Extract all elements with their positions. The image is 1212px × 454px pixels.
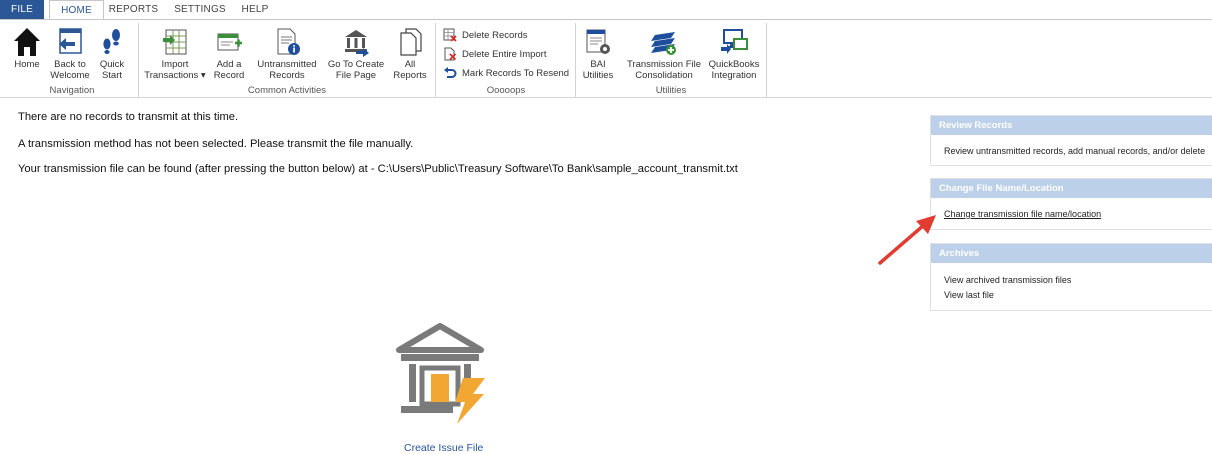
review-records-panel: Review Records Review untransmitted reco… bbox=[930, 115, 1212, 166]
import-spreadsheet-icon bbox=[161, 23, 189, 57]
delete-records-icon bbox=[443, 28, 457, 42]
delete-import-icon bbox=[443, 47, 457, 61]
back-label-1: Back to bbox=[54, 59, 86, 70]
consol-label-1: Transmission File bbox=[626, 59, 702, 70]
reports-document-icon bbox=[397, 23, 423, 57]
qb-label-2: Integration bbox=[711, 70, 757, 81]
go-to-create-file-page-button[interactable]: Go To Create File Page bbox=[324, 23, 388, 81]
stack-add-icon bbox=[649, 23, 679, 57]
bank-lightning-icon bbox=[396, 323, 485, 424]
undo-arrow-icon bbox=[443, 66, 457, 80]
menu-tabs: FILE HOME REPORTS SETTINGS HELP bbox=[0, 0, 1212, 20]
view-last-file-link[interactable]: View last file bbox=[931, 290, 1212, 301]
import-label-1: Import bbox=[161, 59, 189, 70]
change-file-panel: Change File Name/Location Change transmi… bbox=[930, 178, 1212, 230]
bai-label-1: BAI bbox=[590, 59, 606, 70]
annotation-arrow-icon bbox=[878, 215, 936, 265]
back-arrow-icon bbox=[56, 23, 84, 57]
transmission-method-message: A transmission method has not been selec… bbox=[18, 138, 414, 150]
archives-panel: Archives View archived transmission file… bbox=[930, 243, 1212, 311]
footprints-icon bbox=[99, 23, 125, 57]
untrans-label-2: Records bbox=[269, 70, 305, 81]
review-records-header: Review Records bbox=[931, 116, 1212, 135]
change-file-header: Change File Name/Location bbox=[931, 179, 1212, 198]
document-info-icon bbox=[273, 23, 301, 57]
goto-label-2: File Page bbox=[335, 70, 377, 81]
import-transactions-button[interactable]: Import Transactions ▾ bbox=[144, 23, 206, 81]
review-records-text: Review untransmitted records, add manual… bbox=[944, 146, 1206, 156]
tab-home[interactable]: HOME bbox=[49, 0, 104, 20]
mark-records-to-resend-button[interactable]: Mark Records To Resend bbox=[443, 65, 569, 81]
goto-label-1: Go To Create bbox=[327, 59, 385, 70]
home-button[interactable]: Home bbox=[9, 23, 45, 70]
home-icon bbox=[13, 23, 41, 57]
quick-label-2: Start bbox=[101, 70, 123, 81]
delete-records-label: Delete Records bbox=[462, 29, 528, 41]
all-label-1: All bbox=[404, 59, 416, 70]
group-utilities-label: Utilities bbox=[655, 85, 687, 96]
all-label-2: Reports bbox=[393, 70, 427, 81]
add-record-button[interactable]: Add a Record bbox=[211, 23, 247, 81]
file-location-message: Your transmission file can be found (aft… bbox=[18, 163, 738, 175]
view-archived-files-link[interactable]: View archived transmission files bbox=[931, 275, 1212, 286]
untrans-label-1: Untransmitted bbox=[257, 59, 317, 70]
monitor-sync-icon bbox=[719, 23, 749, 57]
back-label-2: Welcome bbox=[50, 70, 90, 81]
tab-reports[interactable]: REPORTS bbox=[106, 0, 161, 20]
ribbon-separator bbox=[766, 23, 767, 97]
bai-label-2: Utilities bbox=[582, 70, 614, 81]
ribbon-separator bbox=[138, 23, 139, 97]
home-label: Home bbox=[14, 59, 40, 70]
group-ooooops-label: Ooooops bbox=[486, 85, 526, 96]
quickbooks-integration-button[interactable]: QuickBooks Integration bbox=[706, 23, 762, 81]
back-to-welcome-button[interactable]: Back to Welcome bbox=[49, 23, 91, 81]
delete-entire-import-button[interactable]: Delete Entire Import bbox=[443, 46, 546, 62]
bank-arrow-icon bbox=[342, 23, 370, 57]
consol-label-2: Consolidation bbox=[635, 70, 693, 81]
bai-utilities-button[interactable]: BAI Utilities bbox=[580, 23, 616, 81]
all-reports-button[interactable]: All Reports bbox=[391, 23, 429, 81]
import-label-2: Transactions ▾ bbox=[144, 70, 206, 81]
delete-records-button[interactable]: Delete Records bbox=[443, 27, 527, 43]
transmission-file-consolidation-button[interactable]: Transmission File Consolidation bbox=[621, 23, 707, 81]
qb-label-1: QuickBooks bbox=[708, 59, 760, 70]
bai-gear-icon bbox=[584, 23, 612, 57]
add-record-icon bbox=[215, 23, 243, 57]
quick-start-button[interactable]: Quick Start bbox=[95, 23, 129, 81]
add-label-1: Add a bbox=[216, 59, 242, 70]
add-label-2: Record bbox=[213, 70, 245, 81]
tab-help[interactable]: HELP bbox=[236, 0, 274, 20]
quick-label-1: Quick bbox=[99, 59, 125, 70]
tab-settings[interactable]: SETTINGS bbox=[170, 0, 230, 20]
group-navigation-label: Navigation bbox=[49, 85, 95, 96]
group-common-activities-label: Common Activities bbox=[247, 85, 327, 96]
untransmitted-records-button[interactable]: Untransmitted Records bbox=[254, 23, 320, 81]
ribbon-separator bbox=[435, 23, 436, 97]
no-records-message: There are no records to transmit at this… bbox=[18, 111, 239, 123]
archives-header: Archives bbox=[931, 244, 1212, 263]
ribbon-separator bbox=[575, 23, 576, 97]
change-transmission-file-link[interactable]: Change transmission file name/location bbox=[931, 209, 1212, 220]
tab-file[interactable]: FILE bbox=[0, 0, 44, 20]
mark-resend-label: Mark Records To Resend bbox=[462, 67, 570, 79]
ribbon: Home Back to Welcome Quick Start Navigatio… bbox=[0, 19, 1212, 98]
create-issue-file-button[interactable]: Create Issue File bbox=[404, 442, 483, 454]
delete-import-label: Delete Entire Import bbox=[462, 48, 547, 60]
